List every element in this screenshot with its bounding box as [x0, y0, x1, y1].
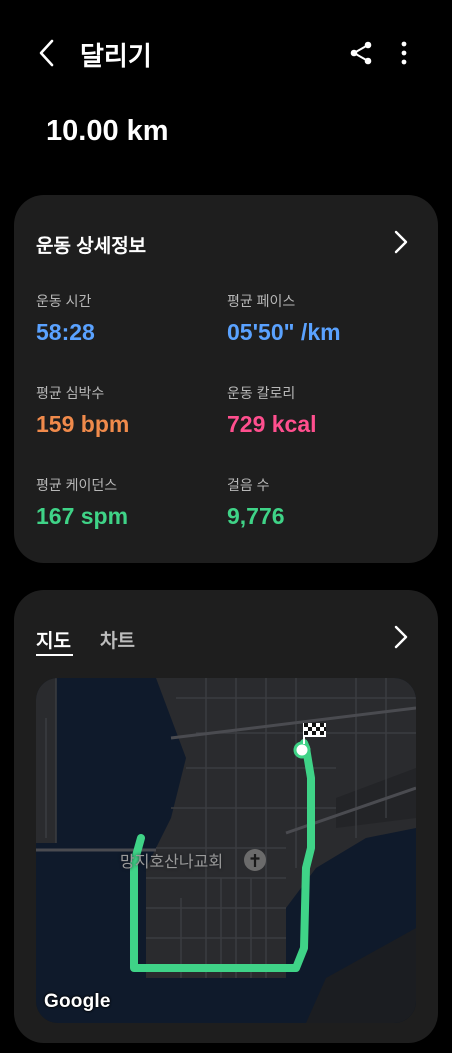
stat-avg-cadence: 평균 케이던스 167 spm: [36, 475, 128, 530]
stat-label: 걸음 수: [227, 477, 270, 493]
route-map[interactable]: 망지호산나교회 Google: [36, 678, 416, 1023]
tab-map[interactable]: 지도: [36, 626, 71, 653]
workout-details-title: 운동 상세정보: [36, 236, 147, 257]
workout-details-card[interactable]: 운동 상세정보 운동 시간 58:28 평균 페이스 05'50" /km 평균…: [14, 195, 438, 563]
stat-label: 운동 시간: [36, 293, 92, 309]
stat-value: 159 bpm: [36, 411, 130, 437]
church-icon: [244, 849, 266, 871]
back-arrow-icon: [39, 39, 54, 67]
total-distance: 10.00 km: [46, 115, 169, 147]
stat-label: 평균 심박수: [36, 385, 105, 401]
stat-avg-heart-rate: 평균 심박수 159 bpm: [36, 383, 129, 438]
back-button[interactable]: [32, 38, 60, 68]
stat-value: 729 kcal: [227, 411, 317, 437]
stat-value: 05'50" /km: [227, 319, 341, 345]
stat-avg-pace: 평균 페이스 05'50" /km: [227, 291, 341, 346]
more-options-button[interactable]: [394, 40, 414, 66]
page-title: 달리기: [80, 41, 152, 71]
poi-label: 망지호산나교회: [120, 854, 224, 871]
google-attribution: Google: [44, 991, 111, 1012]
map-canvas: [36, 678, 416, 1023]
stat-label: 평균 케이던스: [36, 477, 118, 493]
stat-value: 58:28: [36, 319, 95, 345]
stat-value: 167 spm: [36, 503, 129, 529]
stat-label: 평균 페이스: [227, 293, 296, 309]
stat-value: 9,776: [227, 503, 285, 529]
share-button[interactable]: [348, 40, 374, 66]
more-vert-icon: [401, 41, 407, 65]
tab-indicator: [36, 654, 73, 656]
stat-calories: 운동 칼로리 729 kcal: [227, 383, 317, 438]
chevron-right-icon[interactable]: [392, 229, 410, 255]
chevron-right-icon[interactable]: [392, 624, 410, 650]
share-icon: [350, 41, 372, 65]
tab-chart[interactable]: 차트: [100, 626, 135, 653]
start-marker: [293, 741, 311, 759]
map-card: 지도 차트 망지호산나교회 Google: [14, 590, 438, 1043]
stat-steps: 걸음 수 9,776: [227, 475, 285, 530]
app-bar: 달리기: [0, 0, 452, 110]
stat-duration: 운동 시간 58:28: [36, 291, 95, 346]
stat-label: 운동 칼로리: [227, 385, 296, 401]
